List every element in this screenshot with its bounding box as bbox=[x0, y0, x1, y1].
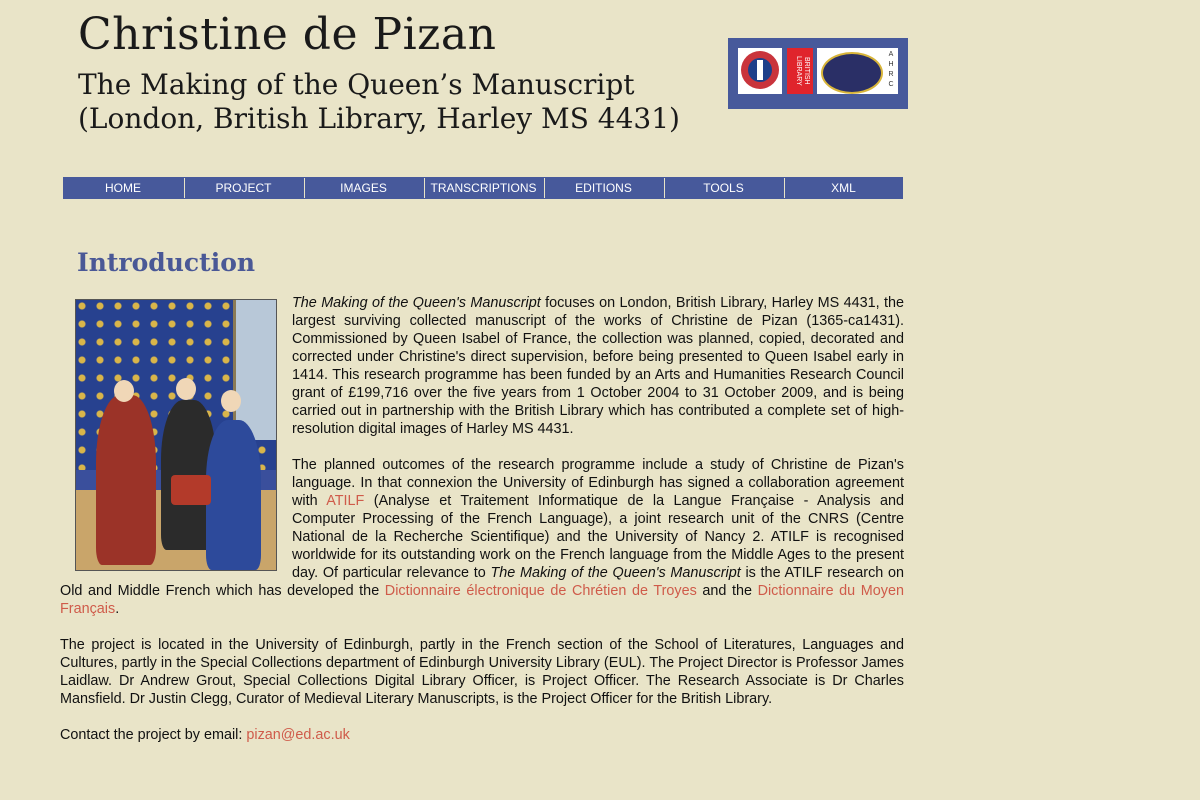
intro-paragraph-3: The project is located in the University… bbox=[60, 637, 904, 707]
nav-xml[interactable]: XML bbox=[784, 178, 902, 198]
main-nav: HOME PROJECT IMAGES TRANSCRIPTIONS EDITI… bbox=[63, 177, 903, 199]
main-content: The Making of the Queen's Manuscript foc… bbox=[60, 294, 904, 762]
site-subtitle-shelfmark: (London, British Library, Harley MS 4431… bbox=[78, 102, 680, 135]
manuscript-miniature-image bbox=[75, 299, 277, 571]
site-header: Christine de Pizan The Making of the Que… bbox=[78, 8, 680, 136]
nav-editions[interactable]: EDITIONS bbox=[544, 178, 662, 198]
dect-link[interactable]: Dictionnaire électronique de Chrétien de… bbox=[385, 583, 697, 599]
partner-logos: BRITISH LIBRARY A H R C bbox=[728, 38, 908, 109]
nav-project[interactable]: PROJECT bbox=[184, 178, 302, 198]
contact-line: Contact the project by email: pizan@ed.a… bbox=[60, 727, 350, 743]
atilf-link[interactable]: ATILF bbox=[326, 493, 364, 509]
contact-email-link[interactable]: pizan@ed.ac.uk bbox=[246, 727, 349, 743]
british-library-logo[interactable]: BRITISH LIBRARY bbox=[787, 48, 813, 94]
nav-transcriptions[interactable]: TRANSCRIPTIONS bbox=[424, 178, 542, 198]
nav-tools[interactable]: TOOLS bbox=[664, 178, 782, 198]
project-title-italic: The Making of the Queen's Manuscript bbox=[292, 295, 541, 311]
nav-images[interactable]: IMAGES bbox=[304, 178, 422, 198]
ahrc-letters: A H R C bbox=[888, 51, 894, 88]
nav-home[interactable]: HOME bbox=[64, 178, 182, 198]
site-subtitle: The Making of the Queen’s Manuscript bbox=[78, 68, 635, 101]
site-title: Christine de Pizan bbox=[78, 9, 497, 60]
ahrc-logo[interactable]: A H R C bbox=[817, 48, 898, 94]
project-title-italic: The Making of the Queen's Manuscript bbox=[490, 565, 741, 581]
edinburgh-university-logo[interactable] bbox=[738, 48, 782, 94]
page-title: Introduction bbox=[77, 248, 256, 277]
